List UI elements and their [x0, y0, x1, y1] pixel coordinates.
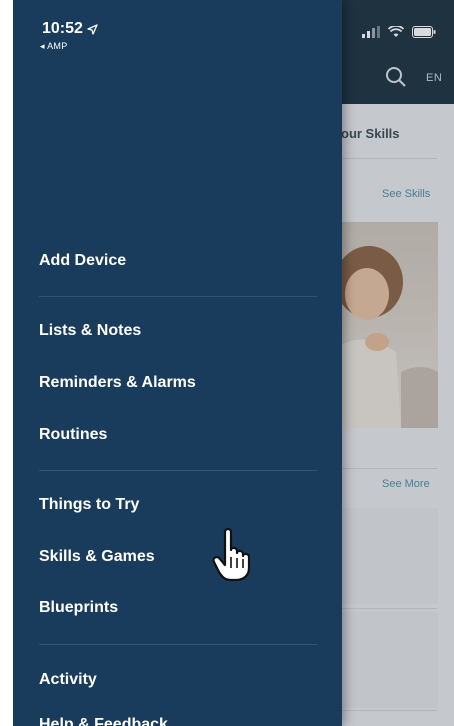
menu-item-blueprints[interactable]: Blueprints	[39, 599, 118, 617]
navigation-drawer: 10:52 ◂ AMP Add Device Lists & Notes Rem…	[13, 0, 342, 726]
menu-divider	[39, 296, 317, 297]
back-to-app-link[interactable]: ◂ AMP	[40, 41, 68, 52]
menu-item-skills-games[interactable]: Skills & Games	[39, 548, 155, 566]
screen: EN our Skills See Skills See More 10:52 …	[13, 0, 454, 726]
hand-pointer-icon	[212, 527, 251, 582]
menu-item-lists-notes[interactable]: Lists & Notes	[39, 322, 141, 340]
clock-text: 10:52	[42, 20, 83, 37]
menu-item-things-to-try[interactable]: Things to Try	[39, 496, 139, 514]
status-time: 10:52	[42, 20, 98, 38]
phone-screenshot: EN our Skills See Skills See More 10:52 …	[0, 0, 454, 726]
menu-divider	[39, 644, 317, 645]
menu-item-add-device[interactable]: Add Device	[39, 252, 126, 270]
menu-item-activity[interactable]: Activity	[39, 671, 97, 689]
menu-item-reminders-alarms[interactable]: Reminders & Alarms	[39, 374, 196, 392]
menu-divider	[39, 470, 317, 471]
menu-item-help-feedback[interactable]: Help & Feedback	[39, 716, 168, 726]
location-arrow-icon	[87, 23, 98, 35]
menu-item-routines[interactable]: Routines	[39, 426, 107, 444]
